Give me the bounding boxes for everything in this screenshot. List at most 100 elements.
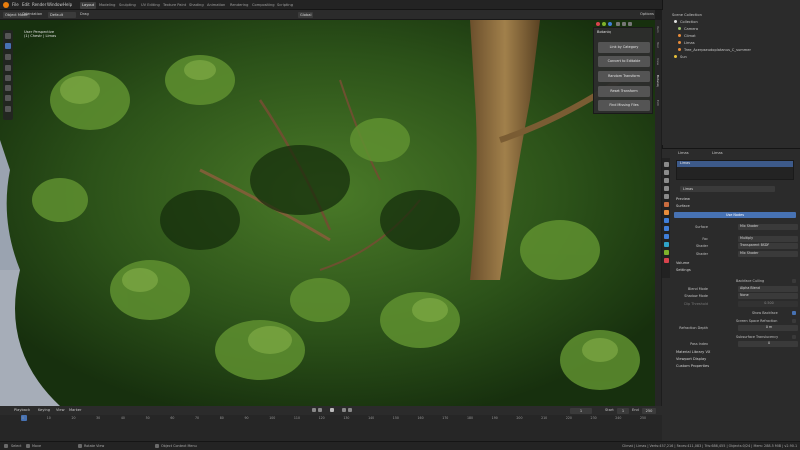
tab-item[interactable]: Item <box>656 26 660 33</box>
current-frame-field[interactable]: 1 <box>570 407 592 414</box>
tab-edit[interactable]: Edit <box>656 100 660 106</box>
shader-row[interactable]: Shader Transparent BSDF <box>672 243 798 249</box>
data-tab-icon[interactable] <box>663 250 669 255</box>
annotate-tool-icon[interactable] <box>5 106 11 112</box>
tweak-tool-icon[interactable] <box>5 33 11 39</box>
tab-compositing[interactable]: Compositing <box>250 2 277 9</box>
tab-scripting[interactable]: Scripting <box>275 2 295 9</box>
menu-render[interactable]: Render <box>32 2 46 7</box>
play-icon[interactable] <box>330 408 334 412</box>
material-library-section[interactable]: Material Library VX <box>672 350 798 356</box>
tool-tab-icon[interactable] <box>663 162 669 167</box>
object-tab-icon[interactable] <box>663 210 669 215</box>
tab-modeling[interactable]: Modeling <box>97 2 117 9</box>
outliner[interactable]: Scene Collection Collection Camera Clima… <box>662 10 800 145</box>
tab-layout[interactable]: Layout <box>80 2 97 9</box>
menu-window[interactable]: Window <box>47 2 63 7</box>
scale-tool-icon[interactable] <box>5 85 11 91</box>
render-tab-icon[interactable] <box>663 170 669 175</box>
keying-menu[interactable]: Keying <box>38 408 50 412</box>
use-nodes-button[interactable]: Use Nodes <box>674 212 796 218</box>
rotate-tool-icon[interactable] <box>5 75 11 81</box>
blend-mode-row[interactable]: Blend Mode Alpha Blend <box>672 286 798 292</box>
start-frame-field[interactable]: 1 <box>617 407 629 414</box>
camera-view-icon[interactable] <box>628 22 632 26</box>
prev-key-icon[interactable] <box>318 408 322 412</box>
outliner-scene-collection[interactable]: Scene Collection <box>662 12 800 18</box>
tab-uv-editing[interactable]: UV Editing <box>139 2 162 9</box>
modifier-tab-icon[interactable] <box>663 218 669 223</box>
preview-section[interactable]: Preview <box>672 197 798 203</box>
subsurface-checkbox[interactable] <box>792 335 796 339</box>
outliner-row[interactable]: Sun <box>662 54 800 60</box>
show-backface-checkbox[interactable] <box>792 311 796 315</box>
cursor-tool-icon[interactable] <box>5 54 11 60</box>
next-key-icon[interactable] <box>342 408 346 412</box>
backface-culling-row[interactable]: Backface Culling <box>672 278 798 284</box>
clip-threshold-row[interactable]: Clip Threshold 0.500 <box>672 301 798 307</box>
constraints-tab-icon[interactable] <box>663 242 669 247</box>
playback-menu[interactable]: Playback <box>14 408 30 412</box>
settings-section[interactable]: Settings <box>672 268 798 274</box>
material-slot[interactable]: Limas <box>677 161 793 167</box>
jump-start-icon[interactable] <box>312 408 316 412</box>
transform-orientation-dropdown[interactable]: Global <box>298 11 314 18</box>
material-name-field[interactable]: Limas <box>680 186 775 192</box>
world-tab-icon[interactable] <box>663 202 669 207</box>
z-axis-icon[interactable] <box>608 22 612 26</box>
shader-row[interactable]: Shader Mix Shader <box>672 251 798 257</box>
orientation-dropdown[interactable]: Default <box>48 11 76 18</box>
tab-texture-paint[interactable]: Texture Paint <box>161 2 188 9</box>
ssr-checkbox[interactable] <box>792 319 796 323</box>
ssr-row[interactable]: Screen Space Refraction <box>672 318 798 324</box>
link-by-category-button[interactable]: Link by Category <box>598 42 650 53</box>
move-tool-icon[interactable] <box>5 65 11 71</box>
pan-icon[interactable] <box>622 22 626 26</box>
shadow-mode-row[interactable]: Shadow Mode None <box>672 293 798 299</box>
physics-tab-icon[interactable] <box>663 234 669 239</box>
find-missing-files-button[interactable]: Find Missing Files <box>598 100 650 111</box>
zoom-icon[interactable] <box>616 22 620 26</box>
timeline-view-menu[interactable]: View <box>56 408 65 412</box>
menu-help[interactable]: Help <box>63 2 72 7</box>
show-backface-row[interactable]: Show Backface <box>672 310 798 316</box>
options-dropdown[interactable]: Options <box>640 12 654 16</box>
output-tab-icon[interactable] <box>663 178 669 183</box>
menu-edit[interactable]: Edit <box>22 2 30 7</box>
y-axis-icon[interactable] <box>602 22 606 26</box>
x-axis-icon[interactable] <box>596 22 600 26</box>
end-frame-field[interactable]: 250 <box>642 407 656 414</box>
pass-index-row[interactable]: Pass Index 0 <box>672 341 798 347</box>
material-tab-icon[interactable] <box>663 258 669 263</box>
select-box-tool-icon[interactable] <box>5 43 11 49</box>
tab-rendering[interactable]: Rendering <box>228 2 250 9</box>
surface-section[interactable]: Surface <box>672 204 798 210</box>
timeline-ruler[interactable]: 0 10 20 30 40 50 60 70 80 90 100 110 120 130 140 150 160… <box>0 415 662 422</box>
transform-tool-icon[interactable] <box>5 95 11 101</box>
fac-row[interactable]: Fac Multiply <box>672 236 798 242</box>
viewport-display-section[interactable]: Viewport Display <box>672 357 798 363</box>
tab-botaniq[interactable]: Botaniq <box>656 75 660 87</box>
marker-menu[interactable]: Marker <box>69 408 81 412</box>
outliner-row[interactable]: Tree_Acerpseudoplatanus_C_summer <box>662 47 800 53</box>
volume-section[interactable]: Volume <box>672 261 798 267</box>
3d-viewport[interactable]: User Perspective (1) Chestr | Limas <box>0 20 655 406</box>
tab-tool[interactable]: Tool <box>656 42 660 48</box>
refraction-depth-row[interactable]: Refraction Depth 0 m <box>672 325 798 331</box>
tab-view[interactable]: View <box>656 58 660 65</box>
custom-properties-section[interactable]: Custom Properties <box>672 364 798 370</box>
surface-row[interactable]: Surface Mix Shader <box>672 224 798 230</box>
random-transform-button[interactable]: Random Transform <box>598 71 650 82</box>
blender-logo-icon[interactable] <box>3 2 9 8</box>
backface-culling-checkbox[interactable] <box>792 279 796 283</box>
scene-tab-icon[interactable] <box>663 194 669 199</box>
tab-animation[interactable]: Animation <box>205 2 227 9</box>
view-layer-tab-icon[interactable] <box>663 186 669 191</box>
tab-sculpting[interactable]: Sculpting <box>117 2 138 9</box>
menu-file[interactable]: File <box>12 2 19 7</box>
tab-shading[interactable]: Shading <box>187 2 206 9</box>
outliner-row[interactable]: Collection <box>662 19 800 25</box>
outliner-row[interactable]: Climat <box>662 33 800 39</box>
reset-transform-button[interactable]: Reset Transform <box>598 86 650 97</box>
particles-tab-icon[interactable] <box>663 226 669 231</box>
